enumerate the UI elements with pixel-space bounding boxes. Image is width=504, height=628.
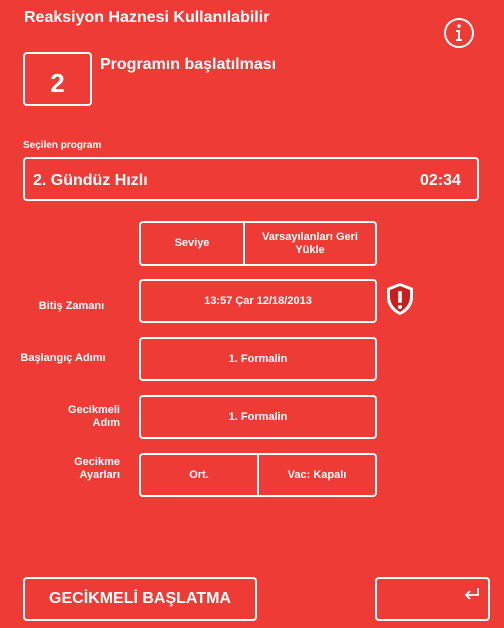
start-step-field[interactable]: 1. Formalin — [139, 337, 377, 381]
start-step-label: Başlangıç Adımı — [20, 352, 106, 364]
delay-temperature-button[interactable]: Ort. — [141, 455, 257, 495]
end-time-label: Bitiş Zamanı — [38, 300, 105, 312]
back-button[interactable] — [375, 577, 490, 621]
delayed-start-button[interactable]: GECİKMELİ BAŞLATMA — [23, 577, 257, 621]
delayed-step-field[interactable]: 1. Formalin — [139, 395, 377, 439]
restore-defaults-button[interactable]: Varsayılanları Geri Yükle — [243, 223, 375, 264]
delay-settings-label: Gecikme Ayarları — [74, 456, 120, 482]
step-number: 2 — [50, 67, 65, 98]
end-time-field[interactable]: 13:57 Çar 12/18/2013 — [139, 279, 377, 323]
selected-program-name: 2. Gündüz Hızlı — [33, 172, 148, 189]
delay-settings-group: Ort. Vac: Kapalı — [139, 453, 377, 497]
header-title: Reaksiyon Haznesi Kullanılabilir — [24, 9, 270, 26]
selected-program-duration: 02:34 — [420, 172, 461, 189]
delay-vacuum-button[interactable]: Vac: Kapalı — [257, 455, 375, 495]
step-title: Programın başlatılması — [100, 56, 277, 73]
warning-shield-icon[interactable] — [385, 282, 415, 316]
selected-program-label: Seçilen program — [23, 140, 102, 151]
return-icon — [464, 587, 480, 606]
level-button[interactable]: Seviye — [141, 223, 243, 264]
level-restore-button-group: Seviye Varsayılanları Geri Yükle — [139, 221, 377, 266]
info-icon[interactable] — [443, 17, 475, 49]
delayed-step-label: Gecikmeli Adım — [68, 404, 120, 430]
